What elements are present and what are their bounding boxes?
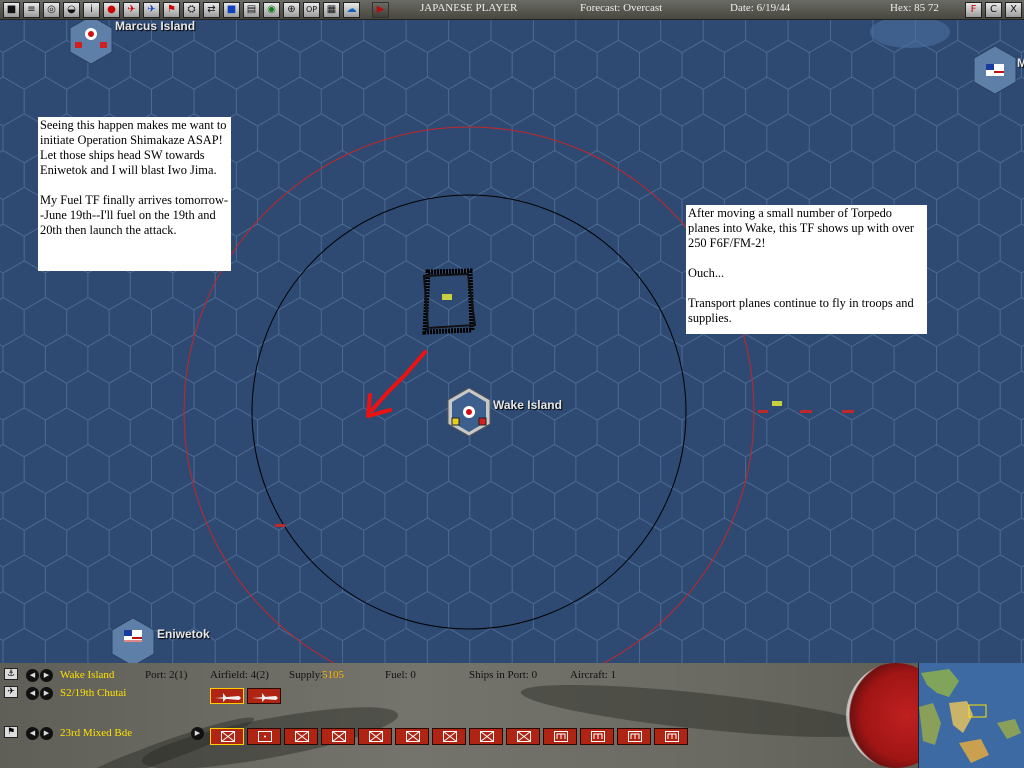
unit-icon[interactable]: ⛭ — [183, 1, 200, 18]
flag-right-button[interactable]: F — [965, 2, 982, 18]
toolbar-buttons: ■ ≡ ◎ ◒ i ● ✈ ✈ ⚑ ⛭ ⇄ ■ ▤ ◉ ⊕ OP ▦ ☁ ▶ — [0, 1, 389, 18]
report-icon[interactable]: ≡ — [23, 1, 40, 18]
enemy-tf-marker — [800, 410, 812, 413]
plane-blue-icon[interactable]: ✈ — [143, 1, 160, 18]
eniwetok-label[interactable]: Eniwetok — [157, 627, 210, 641]
land-unit-type-engineer[interactable] — [654, 728, 688, 745]
anchor-icon[interactable]: ⚓ — [4, 668, 18, 680]
aircraft-value: Aircraft: 1 — [570, 669, 617, 681]
zoom-icon[interactable]: ⊕ — [283, 1, 300, 18]
info-icon[interactable]: i — [83, 1, 100, 18]
minimap-svg — [919, 669, 1021, 763]
base-name[interactable]: Wake Island — [60, 669, 114, 681]
left-note-paragraph-2: My Fuel TF finally arrives tomorrow--Jun… — [40, 193, 229, 237]
enemy-tf-marker — [758, 410, 768, 413]
air-unit-name[interactable]: S2/19th Chutai — [60, 687, 126, 699]
marcus-island-base — [69, 20, 113, 65]
land-unit-type-engineer[interactable] — [617, 728, 651, 745]
land-unit-type-infantry[interactable] — [284, 728, 318, 745]
flag-icon[interactable]: ⚑ — [163, 1, 180, 18]
center-button[interactable]: C — [985, 2, 1002, 18]
land-unit-flag-icon[interactable]: ⚑ — [4, 726, 18, 738]
wake-island-base — [447, 387, 491, 437]
prev-air-arrow[interactable]: ◀ — [26, 687, 39, 700]
supply-value: 5105 — [322, 669, 344, 681]
us-base-top-right — [973, 45, 1017, 95]
land-unit-type-infantry[interactable] — [358, 728, 392, 745]
target-icon[interactable]: ● — [103, 1, 120, 18]
prev-base-arrow[interactable]: ◀ — [26, 669, 39, 682]
date-label: Date: 6/19/44 — [730, 2, 791, 14]
scribble-box — [422, 268, 475, 335]
task-force-icon — [442, 294, 452, 300]
scribble-box-inner — [422, 272, 477, 330]
enemy-tf-marker — [275, 524, 285, 527]
top-toolbar: ■ ≡ ◎ ◒ i ● ✈ ✈ ⚑ ⛭ ⇄ ■ ▤ ◉ ⊕ OP ▦ ☁ ▶ J… — [0, 0, 1024, 20]
enemy-tf-marker — [772, 401, 782, 406]
us-base-label[interactable]: M — [1017, 56, 1024, 70]
weather-icon[interactable]: ☁ — [343, 1, 360, 18]
land-unit-next-arrow[interactable]: ▶ — [191, 727, 204, 740]
next-air-arrow[interactable]: ▶ — [40, 687, 53, 700]
minimap[interactable] — [918, 663, 1024, 768]
right-note-paragraph-2: Ouch... — [688, 266, 725, 280]
land-unit-type-hq[interactable] — [247, 728, 281, 745]
end-turn-button[interactable]: ▶ — [372, 1, 389, 18]
marcus-island-label[interactable]: Marcus Island — [115, 20, 195, 33]
ship-icon[interactable]: ◒ — [63, 1, 80, 18]
land-unit-type-infantry[interactable] — [321, 728, 355, 745]
list-icon[interactable]: ▤ — [243, 1, 260, 18]
plane-icon[interactable]: ✈ — [123, 1, 140, 18]
red-arrow-head — [366, 393, 392, 418]
right-note-paragraph-3: Transport planes continue to fly in troo… — [688, 296, 914, 325]
close-button[interactable]: X — [1005, 2, 1022, 18]
next-base-arrow[interactable]: ▶ — [40, 669, 53, 682]
land-unit-type-engineer[interactable] — [580, 728, 614, 745]
op-button[interactable]: OP — [303, 1, 320, 18]
land-unit-type-infantry[interactable] — [506, 728, 540, 745]
chart-icon[interactable]: ▦ — [323, 1, 340, 18]
supply-label: Supply: — [289, 669, 324, 681]
hex-map[interactable]: Marcus Island Wake Island Eniwetok M See… — [0, 20, 1024, 663]
globe-icon[interactable]: ◉ — [263, 1, 280, 18]
airfield-value: Airfield: 4(2) — [210, 669, 269, 681]
save-icon[interactable]: ■ — [3, 1, 20, 18]
red-arrow-shaft — [370, 350, 427, 412]
land-unit-type-infantry[interactable] — [395, 728, 429, 745]
right-note-paragraph-1: After moving a small number of Torpedo p… — [688, 206, 915, 250]
prev-land-arrow[interactable]: ◀ — [26, 727, 39, 740]
land-unit-type-engineer[interactable] — [543, 728, 577, 745]
swap-icon[interactable]: ⇄ — [203, 1, 220, 18]
land-unit-name[interactable]: 23rd Mixed Bde — [60, 727, 132, 739]
land-unit-type-infantry[interactable] — [469, 728, 503, 745]
land-unit-type-infantry[interactable] — [432, 728, 466, 745]
eniwetok-base — [111, 617, 155, 663]
next-land-arrow[interactable]: ▶ — [40, 727, 53, 740]
cloud-shape — [870, 20, 950, 48]
ships-in-port-value: Ships in Port: 0 — [469, 669, 538, 681]
air-unit-button-1[interactable] — [210, 688, 244, 704]
enemy-tf-marker — [842, 410, 854, 413]
right-note-box: After moving a small number of Torpedo p… — [686, 205, 927, 334]
hex-label: Hex: 85 72 — [890, 2, 939, 14]
left-note-paragraph-1: Seeing this happen makes me want to init… — [40, 118, 227, 177]
port-value: Port: 2(1) — [145, 669, 188, 681]
forecast-label: Forecast: Overcast — [580, 2, 663, 14]
player-label: JAPANESE PLAYER — [420, 2, 518, 14]
fuel-value: Fuel: 0 — [385, 669, 416, 681]
air-unit-button-2[interactable] — [247, 688, 281, 704]
map-icon[interactable]: ■ — [223, 1, 240, 18]
intel-icon[interactable]: ◎ — [43, 1, 60, 18]
land-unit-type-infantry[interactable] — [210, 728, 244, 745]
air-unit-icon[interactable]: ✈ — [4, 686, 18, 698]
info-panel: ⚓ ◀ ▶ Wake Island Port: 2(1) Airfield: 4… — [0, 663, 1024, 768]
left-note-box: Seeing this happen makes me want to init… — [38, 117, 231, 271]
wake-island-label[interactable]: Wake Island — [493, 398, 562, 412]
